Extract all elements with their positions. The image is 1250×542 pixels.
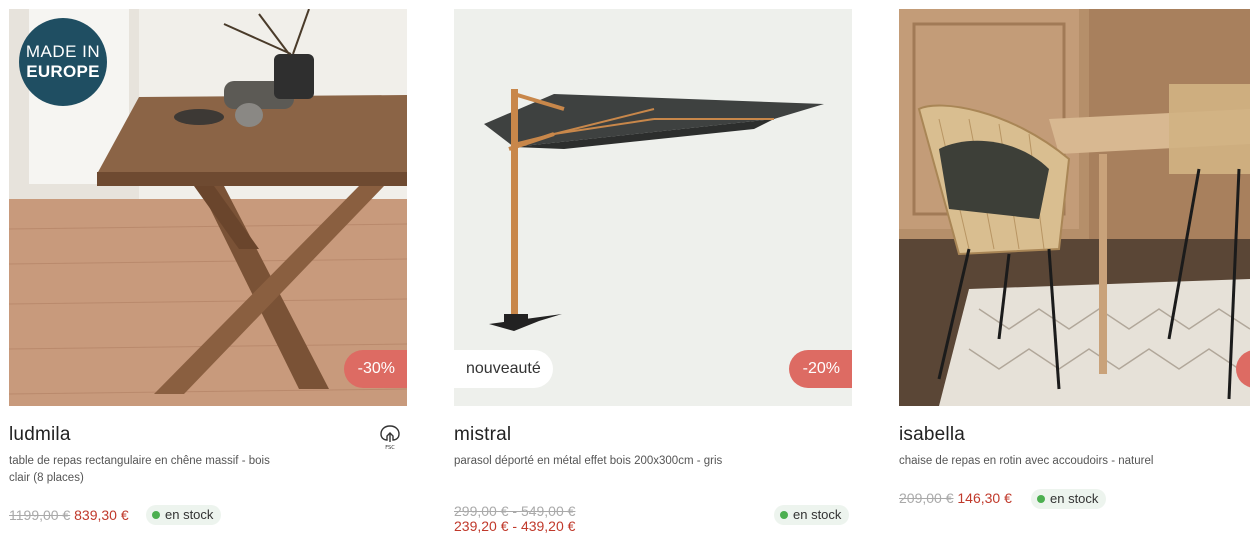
stock-label: en stock — [1050, 491, 1099, 506]
stock-badge: en stock — [774, 505, 850, 525]
stock-badge: en stock — [1031, 489, 1107, 509]
product-description: table de repas rectangulaire en chêne ma… — [9, 455, 270, 484]
badge-line2: EUROPE — [26, 62, 100, 81]
price-line: 209,00 € 146,30 € — [899, 490, 1012, 506]
stock-dot-icon — [1037, 495, 1045, 503]
product-description: chaise de repas en rotin avec accoudoirs… — [899, 455, 1154, 467]
stock-label: en stock — [793, 507, 842, 522]
old-price: 209,00 € — [899, 490, 954, 506]
chair-photo — [899, 9, 1250, 406]
new-price: 146,30 € — [957, 490, 1012, 506]
parasol-photo — [454, 9, 852, 406]
old-price: 299,00 € - 549,00 € — [454, 503, 576, 519]
stock-badge: en stock — [146, 505, 222, 525]
made-in-europe-badge: MADE IN EUROPE — [19, 18, 107, 106]
discount-badge: -20% — [788, 350, 852, 388]
stock-dot-icon — [780, 511, 788, 519]
product-title[interactable]: ludmila — [9, 424, 71, 446]
product-image-mistral[interactable]: nouveauté -20% — [454, 9, 852, 406]
old-price: 1199,00 € — [9, 507, 71, 523]
product-image-ludmila[interactable]: MADE IN EUROPE -30% — [9, 9, 407, 406]
new-tag: nouveauté — [454, 350, 553, 388]
product-description: parasol déporté en métal effet bois 200x… — [454, 455, 723, 467]
stock-label: en stock — [165, 507, 214, 522]
badge-line1: MADE IN — [25, 42, 101, 61]
product-image-isabella[interactable] — [899, 9, 1250, 406]
new-price: 839,30 € — [74, 507, 129, 523]
product-title[interactable]: isabella — [899, 424, 965, 446]
fsc-tree-icon: FSC — [380, 425, 400, 450]
product-title[interactable]: mistral — [454, 424, 511, 446]
new-price: 239,20 € - 439,20 € — [454, 518, 576, 534]
discount-badge: -30% — [343, 350, 407, 388]
price-line: 1199,00 € 839,30 € — [9, 507, 129, 523]
price-line: 299,00 € - 549,00 € 239,20 € - 439,20 € — [454, 504, 575, 534]
svg-text:FSC: FSC — [385, 445, 395, 450]
stock-dot-icon — [152, 511, 160, 519]
